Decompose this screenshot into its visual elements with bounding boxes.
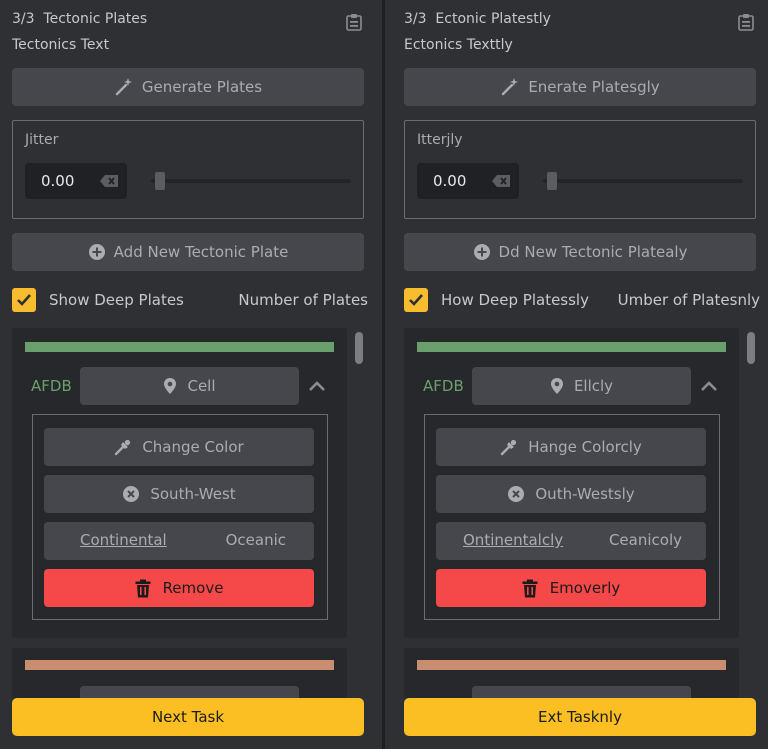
cell-label: Cell (187, 377, 216, 395)
change-color-button[interactable]: Hange Colorcly (436, 428, 706, 466)
remove-plate-button[interactable]: Emoverly (436, 569, 706, 607)
plate-card (404, 648, 739, 698)
oceanic-option[interactable]: Ceanicoly (609, 531, 682, 549)
task-header: 3/3 Tectonic Plates (12, 11, 148, 27)
options-row: Show Deep Plates Number of Plates (12, 288, 368, 314)
show-deep-plates-checkbox[interactable] (404, 288, 428, 312)
magic-wand-icon (502, 78, 519, 96)
task-subtitle: Tectonics Text (12, 37, 110, 53)
generate-plates-label: Enerate Platesgly (528, 78, 660, 96)
add-tectonic-plate-button[interactable]: Dd New Tectonic Platealy (404, 233, 756, 271)
plate-list: AFDB Cell Change Color South-West Contin… (12, 328, 368, 698)
plate-id: AFDB (31, 377, 72, 395)
remove-plate-label: Emoverly (549, 579, 621, 597)
x-circle-icon (123, 486, 140, 502)
eyedropper-icon (115, 439, 131, 456)
plate-type-toggle: Ontinentalcly Ceanicoly (436, 522, 706, 560)
continental-option[interactable]: Continental (80, 531, 167, 549)
jitter-input[interactable]: 0.00 (417, 163, 519, 199)
cell-button[interactable] (80, 686, 299, 698)
magic-wand-icon (115, 78, 132, 96)
oceanic-option[interactable]: Oceanic (226, 531, 286, 549)
show-deep-plates-checkbox[interactable] (12, 288, 36, 312)
plate-type-toggle: Continental Oceanic (44, 522, 314, 560)
cell-label: Ellcly (573, 377, 614, 395)
jitter-control: Itterjly 0.00 (404, 120, 756, 219)
number-of-plates-label: Umber of Platesnly (617, 291, 760, 309)
panel-divider (382, 0, 385, 749)
change-color-button[interactable]: Change Color (44, 428, 314, 466)
plate-card: AFDB Cell Change Color South-West Contin… (12, 328, 347, 638)
task-subtitle: Ectonics Texttly (404, 37, 513, 53)
continental-option[interactable]: Ontinentalcly (463, 531, 563, 549)
plate-card: AFDB Ellcly Hange Colorcly Outh-Westsly … (404, 328, 739, 638)
generate-plates-button[interactable]: Enerate Platesgly (404, 68, 756, 106)
panel-left: 3/3 Tectonic Plates Tectonics Text Gener… (8, 0, 380, 749)
chevron-up-icon[interactable] (700, 380, 718, 392)
jitter-value: 0.00 (41, 172, 75, 190)
plate-list-scrollbar[interactable] (746, 328, 756, 698)
trash-icon (522, 579, 538, 597)
jitter-input[interactable]: 0.00 (25, 163, 127, 199)
direction-button[interactable]: Outh-Westsly (436, 475, 706, 513)
scrollbar-thumb[interactable] (355, 332, 363, 364)
add-tectonic-plate-label: Add New Tectonic Plate (113, 243, 289, 261)
jitter-slider-thumb[interactable] (547, 172, 557, 190)
plus-circle-icon (88, 244, 105, 260)
change-color-label: Hange Colorcly (528, 438, 642, 456)
add-tectonic-plate-button[interactable]: Add New Tectonic Plate (12, 233, 364, 271)
checkmark-icon (409, 294, 423, 306)
plate-settings: Change Color South-West Continental Ocea… (32, 414, 328, 620)
plate-id: AFDB (423, 377, 464, 395)
direction-label: Outh-Westsly (535, 485, 635, 503)
remove-plate-label: Remove (162, 579, 224, 597)
chevron-up-icon[interactable] (308, 380, 326, 392)
show-deep-plates-label: How Deep Platessly (441, 291, 589, 309)
checkmark-icon (17, 294, 31, 306)
add-tectonic-plate-label: Dd New Tectonic Platealy (498, 243, 688, 261)
next-task-button[interactable]: Ext Tasknly (404, 698, 756, 736)
plate-list: AFDB Ellcly Hange Colorcly Outh-Westsly … (404, 328, 760, 698)
clipboard-icon[interactable] (738, 13, 754, 31)
cell-button[interactable] (472, 686, 691, 698)
number-of-plates-label: Number of Plates (238, 291, 368, 309)
jitter-slider-track[interactable] (151, 179, 351, 183)
backspace-icon[interactable] (99, 174, 119, 188)
change-color-label: Change Color (142, 438, 244, 456)
plate-list-scrollbar[interactable] (354, 328, 364, 698)
panel-right: 3/3 Ectonic Platestly Ectonics Texttly E… (400, 0, 768, 749)
map-pin-icon (550, 378, 563, 394)
generate-plates-button[interactable]: Generate Plates (12, 68, 364, 106)
plate-color-bar (25, 660, 334, 670)
eyedropper-icon (500, 439, 517, 456)
generate-plates-label: Generate Plates (141, 78, 263, 96)
task-header: 3/3 Ectonic Platestly (404, 11, 551, 27)
plate-settings: Hange Colorcly Outh-Westsly Ontinentalcl… (424, 414, 720, 620)
cell-button[interactable]: Cell (80, 367, 299, 405)
cell-button[interactable]: Ellcly (472, 367, 691, 405)
options-row: How Deep Platessly Umber of Platesnly (404, 288, 760, 314)
clipboard-icon[interactable] (346, 13, 362, 31)
jitter-control: Jitter 0.00 (12, 120, 364, 219)
plate-color-bar (417, 342, 726, 352)
plate-color-bar (25, 342, 334, 352)
remove-plate-button[interactable]: Remove (44, 569, 314, 607)
trash-icon (135, 579, 151, 597)
x-circle-icon (508, 486, 525, 502)
plate-color-bar (417, 660, 726, 670)
backspace-icon[interactable] (491, 174, 511, 188)
plate-card (12, 648, 347, 698)
jitter-label: Jitter (25, 132, 59, 148)
map-pin-icon (164, 378, 177, 394)
jitter-label: Itterjly (417, 132, 463, 148)
jitter-value: 0.00 (433, 172, 467, 190)
next-task-button[interactable]: Next Task (12, 698, 364, 736)
jitter-slider-thumb[interactable] (155, 172, 165, 190)
show-deep-plates-label: Show Deep Plates (49, 291, 184, 309)
plus-circle-icon (473, 244, 490, 260)
jitter-slider-track[interactable] (543, 179, 743, 183)
scrollbar-thumb[interactable] (747, 332, 755, 364)
direction-button[interactable]: South-West (44, 475, 314, 513)
direction-label: South-West (150, 485, 236, 503)
